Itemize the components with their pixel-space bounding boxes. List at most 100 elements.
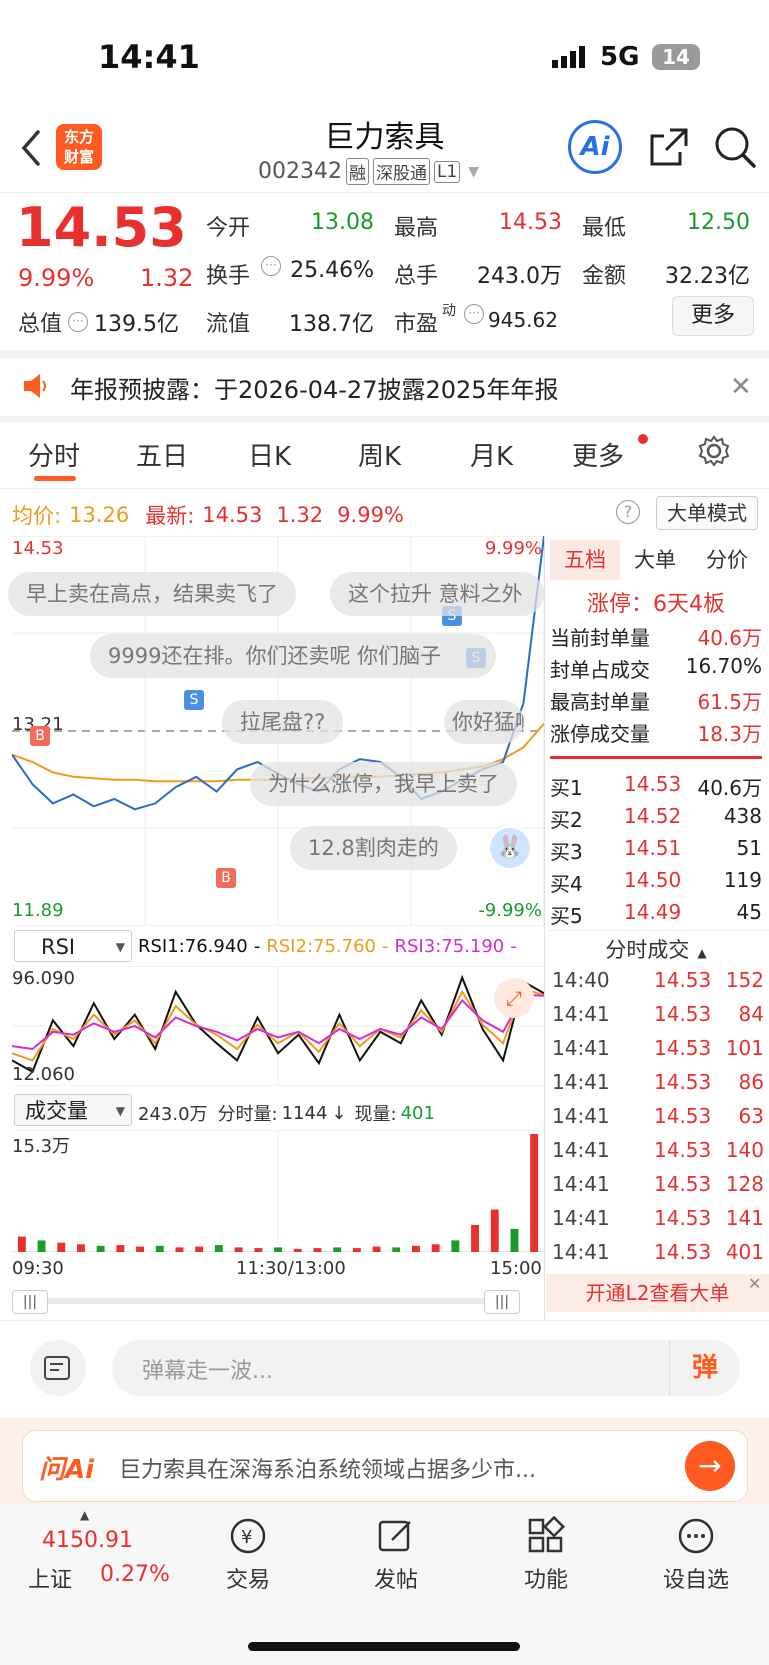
volume-values: 243.0万 分时量: 1144 ↓ 现量: 401 — [138, 1100, 435, 1126]
l2-banner[interactable]: 开通L2查看大单 — [546, 1274, 769, 1312]
slider-handle-left[interactable]: ||| — [12, 1290, 48, 1314]
limit-title: 涨停：6天4板 — [587, 592, 725, 617]
danmaku-bubble[interactable]: 9999还在排。你们还卖呢 你们脑子 — [90, 634, 496, 678]
danmaku-bubble[interactable]: 为什么涨停，我早上卖了 — [250, 762, 517, 806]
intraday-chart[interactable]: 14.53 9.99% 13.21 11.89 -9.99% B S B S S… — [8, 536, 544, 926]
rsi-values: RSI1:76.940- RSI2:75.760- RSI3:75.190- — [138, 936, 517, 957]
side-tab-price-dist[interactable]: 分价 — [706, 540, 748, 580]
arrow-right-icon[interactable]: → — [685, 1441, 735, 1491]
info-icon[interactable]: ··· — [464, 304, 484, 324]
volume-bar — [333, 1247, 342, 1252]
latest-value: 14.53 — [202, 503, 263, 527]
avatar[interactable]: 🐰 — [488, 826, 532, 870]
index-pct[interactable]: 0.27% — [100, 1562, 170, 1587]
tab-more[interactable]: 更多 — [572, 436, 624, 473]
tag-margin: 融 — [345, 158, 369, 185]
close-icon[interactable]: ✕ — [730, 372, 752, 402]
more-button[interactable]: 更多 — [672, 296, 754, 336]
volume-bar — [175, 1247, 184, 1252]
status-time: 14:41 — [98, 38, 200, 76]
volume-bar — [451, 1240, 460, 1252]
price-high-label: 14.53 — [12, 538, 64, 559]
big-order-mode-button[interactable]: 大单模式 — [656, 496, 758, 530]
nav-watchlist[interactable]: 设自选 — [646, 1562, 746, 1594]
danmaku-bubble[interactable]: 早上卖在高点，结果卖飞了 — [8, 572, 296, 616]
volume-bar — [392, 1247, 401, 1252]
tab-week-k[interactable]: 周K — [358, 436, 401, 473]
buy-marker[interactable]: B — [216, 868, 236, 888]
danmaku-send-button[interactable]: 弹 — [669, 1340, 740, 1396]
announcement-text[interactable]: 年报预披露：于2026-04-27披露2025年年报 — [70, 370, 559, 405]
share-icon[interactable] — [646, 124, 692, 174]
network-label: 5G — [600, 42, 640, 72]
help-icon[interactable]: ? — [616, 500, 640, 524]
time-label-start: 09:30 — [12, 1258, 64, 1279]
tab-month-k[interactable]: 月K — [470, 436, 513, 473]
chevron-down-icon[interactable]: ▼ — [468, 164, 479, 180]
ai-brand: 问Ai — [39, 1455, 95, 1485]
rsi-selector[interactable]: RSI ▼ — [14, 930, 132, 962]
danmaku-placeholder: 弹幕走一波... — [142, 1359, 273, 1384]
volume-bar — [490, 1209, 499, 1252]
change-pct: 9.99% — [18, 264, 95, 292]
nav-function-icon[interactable] — [526, 1515, 566, 1560]
sell-marker[interactable]: S — [184, 690, 204, 710]
chart-header: 均价: 13.26 最新: 14.53 1.32 9.99% — [12, 500, 404, 530]
rsi3-value: RSI3:75.190 — [394, 936, 505, 957]
danmaku-bubble[interactable]: 12.8割肉走的 — [290, 826, 457, 870]
nav-function[interactable]: 功能 — [496, 1562, 596, 1594]
side-tab-big-order[interactable]: 大单 — [634, 540, 676, 580]
field-label-low: 最低 — [582, 216, 627, 241]
volume-bar — [17, 1236, 26, 1252]
side-tab-five-level[interactable]: 五档 — [550, 540, 620, 580]
caret-up-icon: ▲ — [80, 1508, 90, 1522]
rsi-chart[interactable]: 96.090 12.060 ⤢ — [12, 966, 544, 1086]
caret-up-icon: ▲ — [697, 946, 707, 960]
info-icon[interactable]: ··· — [68, 312, 89, 332]
gear-icon[interactable] — [697, 434, 731, 472]
nav-post[interactable]: 发帖 — [346, 1562, 446, 1594]
chevron-down-icon: ▼ — [115, 940, 125, 954]
ai-button[interactable]: Ai — [568, 120, 622, 174]
danmaku-bubble[interactable]: 拉尾盘?? — [222, 700, 344, 744]
field-pe-sup: 动 — [442, 303, 456, 319]
expand-icon[interactable]: ⤢ — [494, 978, 534, 1018]
volume-bar — [116, 1245, 125, 1252]
time-range-slider[interactable]: ||| ||| — [12, 1290, 542, 1314]
field-label-float-mv: 流值 — [206, 312, 251, 337]
tab-day-k[interactable]: 日K — [248, 436, 291, 473]
info-icon[interactable]: ··· — [261, 256, 281, 276]
danmaku-icon — [44, 1355, 70, 1380]
search-icon[interactable] — [712, 124, 760, 176]
volume-now-value: 401 — [400, 1102, 435, 1124]
volume-bar — [412, 1245, 420, 1252]
tab-five-day[interactable]: 五日 — [136, 436, 188, 473]
nav-trade[interactable]: 交易 — [198, 1562, 298, 1594]
field-label-turnover: 换手 — [206, 264, 251, 289]
volume-selector[interactable]: 成交量 ▼ — [14, 1094, 132, 1126]
ai-ask-bar[interactable]: 问Ai 巨力索具在深海系泊系统领域占据多少市... → — [22, 1430, 748, 1502]
index-value[interactable]: 4150.91 — [42, 1528, 133, 1553]
index-name[interactable]: 上证 — [28, 1562, 72, 1594]
buy-marker[interactable]: B — [30, 726, 50, 746]
tab-intraday[interactable]: 分时 — [28, 436, 80, 473]
volume-chart[interactable]: 15.3万 — [12, 1130, 544, 1252]
battery-icon: 14 — [652, 44, 700, 70]
field-value-high: 14.53 — [499, 210, 562, 235]
danmaku-input[interactable]: 弹幕走一波... 弹 — [112, 1340, 740, 1396]
slider-handle-right[interactable]: ||| — [484, 1290, 520, 1314]
latest-label: 最新: — [145, 504, 195, 528]
nav-watchlist-icon[interactable] — [676, 1516, 716, 1560]
danmaku-bubble[interactable]: 你好猛啊 — [444, 700, 524, 744]
field-value-turnover: 25.46% — [290, 258, 374, 283]
svg-text:¥: ¥ — [241, 1527, 252, 1548]
arrow-down-icon: ↓ — [331, 1102, 347, 1124]
volume-period-value: 1144 — [281, 1102, 328, 1124]
notification-dot — [638, 434, 648, 444]
nav-post-icon[interactable] — [376, 1516, 416, 1560]
danmaku-bubble[interactable]: 这个拉升 意料之外 — [330, 572, 544, 616]
trades-title[interactable]: 分时成交 ▲ — [548, 934, 764, 964]
danmaku-list-button[interactable] — [30, 1340, 86, 1396]
close-icon[interactable]: ✕ — [748, 1274, 761, 1293]
nav-trade-icon[interactable]: ¥ — [226, 1516, 270, 1560]
